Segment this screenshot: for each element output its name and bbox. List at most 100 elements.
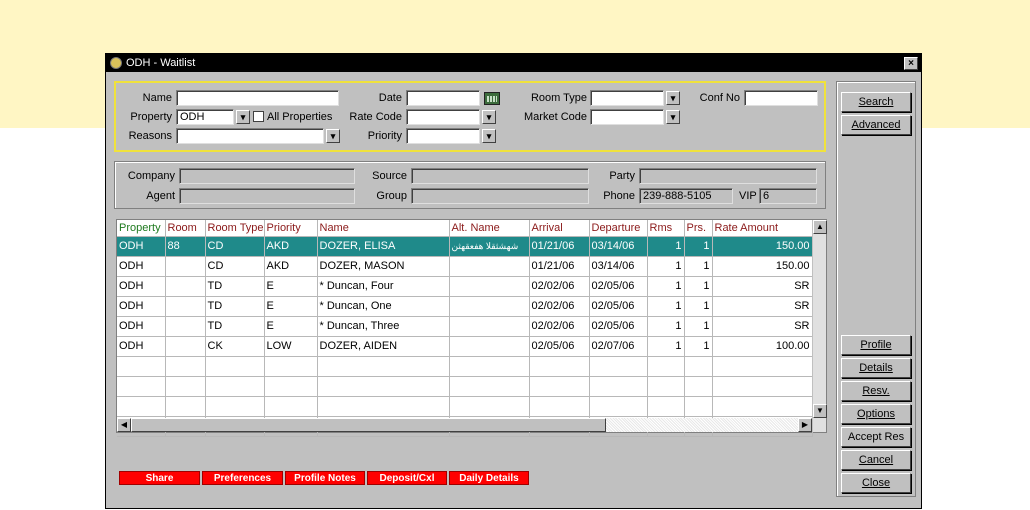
table-cell: 1 <box>684 336 713 357</box>
table-cell: TD <box>205 276 265 297</box>
table-cell: 01/21/06 <box>529 236 590 257</box>
market-code-dropdown-icon[interactable]: ▾ <box>666 110 680 124</box>
empty-cell <box>647 376 685 397</box>
table-cell: TD <box>205 316 265 337</box>
table-row[interactable]: ODH CD AKD DOZER, MASON 01/21/06 03/14/06 1 1 15… <box>117 256 813 277</box>
column-header[interactable]: Name <box>317 220 450 237</box>
column-header[interactable]: Room <box>165 220 206 237</box>
search-criteria-panel: Name Property ODH ▾ All Properties Reaso… <box>114 81 826 152</box>
company-label: Company <box>127 170 175 182</box>
daily-details-button[interactable]: Daily Details <box>449 471 529 485</box>
table-cell: 1 <box>684 236 713 257</box>
table-cell: 02/02/06 <box>529 276 590 297</box>
name-label: Name <box>142 92 172 104</box>
table-cell: DOZER, ELISA <box>317 236 450 257</box>
phone-label: Phone <box>603 190 635 202</box>
table-row[interactable]: ODH 88 CD AKD DOZER, ELISA شهشثقلا هفعقهثن 01/… <box>117 236 813 257</box>
horizontal-scrollbar[interactable]: ◀ ▶ <box>117 418 812 432</box>
deposit-cxl-button[interactable]: Deposit/Cxl <box>367 471 447 485</box>
empty-cell <box>647 396 685 417</box>
table-cell <box>165 336 206 357</box>
empty-cell <box>449 356 530 377</box>
source-label: Source <box>372 170 407 182</box>
table-row[interactable]: ODH TD E * Duncan, Three 02/02/06 02/05/06 1 1 S… <box>117 316 813 337</box>
table-cell <box>165 276 206 297</box>
empty-cell <box>589 376 648 397</box>
calendar-icon[interactable] <box>484 92 500 105</box>
app-icon <box>110 57 122 69</box>
table-cell: 02/07/06 <box>589 336 648 357</box>
agent-label: Agent <box>146 190 175 202</box>
share-button[interactable]: Share <box>119 471 200 485</box>
empty-cell <box>712 396 813 417</box>
rate-code-dropdown-icon[interactable]: ▾ <box>482 110 496 124</box>
all-properties-checkbox[interactable] <box>253 111 264 122</box>
table-cell: 100.00 <box>712 336 813 357</box>
empty-row <box>117 356 813 377</box>
table-cell: 1 <box>684 276 713 297</box>
scroll-up-icon[interactable]: ▲ <box>813 220 827 234</box>
rate-code-label: Rate Code <box>349 111 402 123</box>
column-header[interactable]: Room Type <box>205 220 265 237</box>
name-field[interactable] <box>176 90 339 106</box>
window-title: ODH - Waitlist <box>126 57 196 69</box>
reasons-dropdown-icon[interactable]: ▾ <box>326 129 340 143</box>
company-field <box>179 168 355 184</box>
rate-code-field[interactable] <box>406 109 480 125</box>
table-cell: SR <box>712 276 813 297</box>
room-type-dropdown-icon[interactable]: ▾ <box>666 91 680 105</box>
group-field <box>411 188 589 204</box>
property-field[interactable]: ODH <box>176 109 234 125</box>
waitlist-window: ODH - Waitlist × Name Property ODH ▾ All… <box>105 53 922 509</box>
column-header[interactable]: Rate Amount <box>712 220 813 237</box>
column-header[interactable]: Alt. Name <box>449 220 530 237</box>
empty-cell <box>317 356 450 377</box>
table-cell: SR <box>712 316 813 337</box>
empty-cell <box>117 376 166 397</box>
resv-button[interactable]: Resv. <box>841 381 911 401</box>
empty-cell <box>684 356 713 377</box>
scroll-left-icon[interactable]: ◀ <box>117 418 131 432</box>
reasons-label: Reasons <box>128 130 172 142</box>
accept-res-button[interactable]: Accept Res <box>841 427 911 447</box>
preferences-button[interactable]: Preferences <box>202 471 283 485</box>
table-cell <box>449 336 530 357</box>
advanced-button[interactable]: Advanced <box>841 115 911 135</box>
details-button[interactable]: Details <box>841 358 911 378</box>
empty-cell <box>317 376 450 397</box>
column-header[interactable]: Prs. <box>684 220 713 237</box>
property-dropdown-icon[interactable]: ▾ <box>236 110 250 124</box>
close-icon[interactable]: × <box>904 57 918 70</box>
scroll-down-icon[interactable]: ▼ <box>813 404 827 418</box>
column-header[interactable]: Arrival <box>529 220 590 237</box>
profile-notes-button[interactable]: Profile Notes <box>285 471 365 485</box>
close-button[interactable]: Close <box>841 473 911 493</box>
search-button[interactable]: Search <box>841 92 911 112</box>
options-button[interactable]: Options <box>841 404 911 424</box>
cancel-button[interactable]: Cancel <box>841 450 911 470</box>
column-header[interactable]: Rms <box>647 220 685 237</box>
vertical-scrollbar[interactable]: ▲ ▼ <box>812 220 827 432</box>
table-cell: 1 <box>647 316 685 337</box>
profile-button[interactable]: Profile <box>841 335 911 355</box>
column-header[interactable]: Property <box>117 220 166 237</box>
priority-dropdown-icon[interactable]: ▾ <box>482 129 496 143</box>
column-header[interactable]: Departure <box>589 220 648 237</box>
table-cell: 1 <box>647 296 685 317</box>
horizontal-scroll-thumb[interactable] <box>131 418 606 432</box>
scroll-right-icon[interactable]: ▶ <box>798 418 812 432</box>
source-field <box>411 168 589 184</box>
column-header[interactable]: Priority <box>264 220 318 237</box>
table-row[interactable]: ODH TD E * Duncan, One 02/02/06 02/05/06 1 1 SR <box>117 296 813 317</box>
table-row[interactable]: ODH CK LOW DOZER, AIDEN 02/05/06 02/07/06 1 1 10… <box>117 336 813 357</box>
table-cell: 1 <box>647 336 685 357</box>
market-code-field[interactable] <box>590 109 664 125</box>
reasons-field[interactable] <box>176 128 324 144</box>
vip-label: VIP <box>739 190 757 202</box>
conf-no-field[interactable] <box>744 90 818 106</box>
priority-field[interactable] <box>406 128 480 144</box>
party-label: Party <box>609 170 635 182</box>
table-row[interactable]: ODH TD E * Duncan, Four 02/02/06 02/05/06 1 1 SR <box>117 276 813 297</box>
room-type-field[interactable] <box>590 90 664 106</box>
date-field[interactable] <box>406 90 480 106</box>
